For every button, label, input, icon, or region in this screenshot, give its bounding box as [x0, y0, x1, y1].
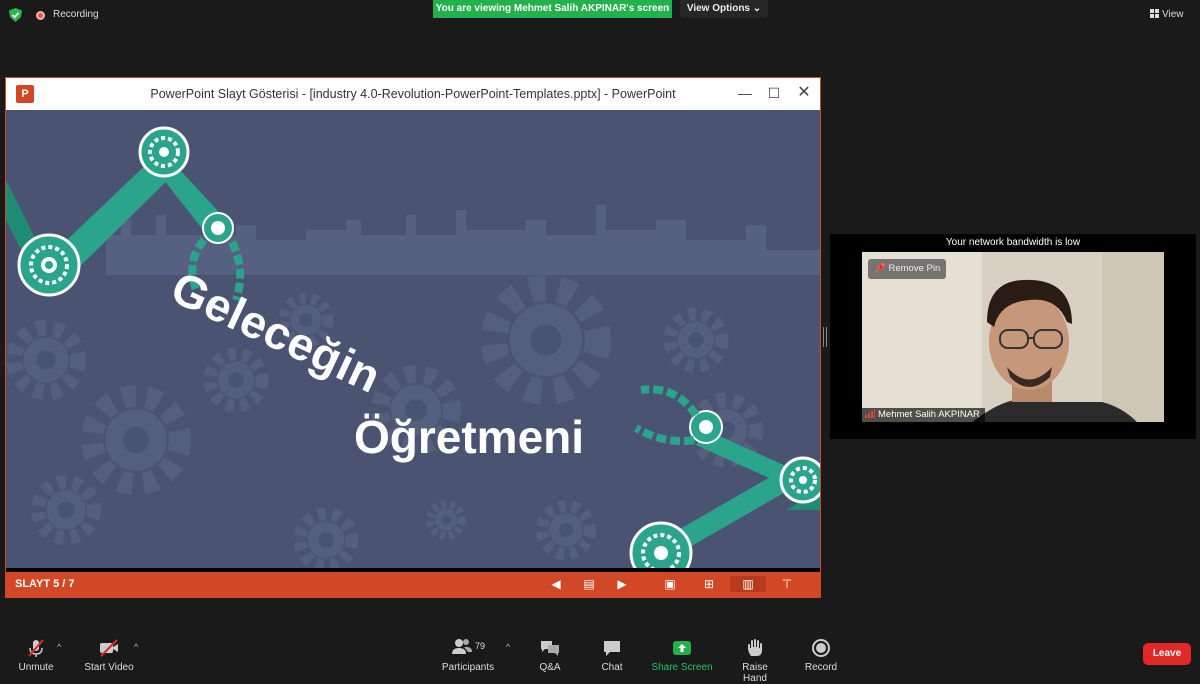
participants-count: 79 — [474, 641, 485, 651]
participants-label: Participants — [441, 662, 495, 673]
raise-hand-icon — [748, 639, 762, 656]
viewing-screen-banner: You are viewing Mehmet Salih AKPINAR's s… — [433, 0, 672, 18]
audio-options-caret-icon[interactable]: ^ — [57, 642, 61, 652]
slide-list-icon[interactable]: ▤ — [581, 576, 597, 592]
video-panel: Your network bandwidth is low 📌 Remove P… — [830, 234, 1196, 439]
slideshow-status-bar: SLAYT 5 / 7 ◀ ▤ ▶ ▣ ⊞ ▥ ⊤ — [6, 572, 820, 597]
normal-view-icon[interactable]: ▣ — [662, 576, 678, 592]
grid-icon — [1150, 9, 1159, 18]
zoom-top-bar: Recording You are viewing Mehmet Salih A… — [0, 0, 1200, 30]
minimize-button[interactable]: — — [735, 83, 755, 103]
chat-label: Chat — [601, 662, 623, 673]
slide-title-line2: Öğretmeni — [354, 411, 585, 463]
video-camera-off-icon — [100, 639, 118, 657]
qa-icon — [541, 641, 559, 656]
remove-pin-label: Remove Pin — [888, 263, 941, 274]
remove-pin-button[interactable]: 📌 Remove Pin — [868, 259, 946, 279]
record-label: Record — [804, 662, 838, 673]
share-screen-button[interactable]: Share Screen — [651, 638, 713, 673]
start-video-label: Start Video — [84, 662, 134, 673]
maximize-button[interactable]: ☐ — [764, 83, 784, 103]
slide-artwork — [6, 126, 820, 572]
leave-button[interactable]: Leave — [1143, 643, 1191, 665]
unmute-label: Unmute — [18, 662, 54, 673]
share-screen-icon — [673, 641, 691, 655]
view-label: View — [1162, 9, 1184, 20]
close-button[interactable]: ✕ — [794, 83, 814, 103]
previous-slide-icon[interactable]: ◀ — [548, 576, 564, 592]
qa-label: Q&A — [539, 662, 561, 673]
pin-icon: 📌 — [874, 263, 886, 274]
signal-strength-icon — [865, 409, 875, 418]
view-button[interactable]: View — [1150, 6, 1194, 24]
chevron-down-icon: ⌄ — [752, 3, 762, 14]
unmute-button[interactable]: Unmute — [15, 638, 57, 673]
participant-name: Mehmet Salih AKPINAR — [878, 409, 980, 420]
slide-counter: SLAYT 5 / 7 — [15, 578, 75, 590]
chat-button[interactable]: Chat — [597, 638, 627, 673]
slide-sorter-icon[interactable]: ⊞ — [701, 576, 717, 592]
view-options-button[interactable]: View Options ⌄ — [680, 0, 768, 18]
reading-view-icon[interactable]: ▥ — [730, 576, 766, 592]
participants-options-caret-icon[interactable]: ^ — [506, 642, 510, 652]
video-options-caret-icon[interactable]: ^ — [134, 642, 138, 652]
raise-hand-label: Raise Hand — [742, 662, 768, 684]
record-button[interactable]: Record — [803, 638, 839, 673]
slideshow-icon[interactable]: ⊤ — [779, 576, 795, 592]
powerpoint-title-bar: P PowerPoint Slayt Gösterisi - [industry… — [6, 78, 820, 110]
view-options-label: View Options — [686, 3, 750, 14]
panel-splitter-handle[interactable] — [823, 327, 827, 347]
raise-hand-button[interactable]: Raise Hand — [729, 638, 781, 684]
slide-content: Geleceğin Öğretmeni — [6, 110, 820, 572]
next-slide-icon[interactable]: ▶ — [614, 576, 630, 592]
qa-button[interactable]: Q&A — [534, 638, 566, 673]
recording-dot-icon — [36, 11, 45, 20]
participant-name-tag: Mehmet Salih AKPINAR — [862, 408, 985, 422]
participant-video-tile[interactable]: 📌 Remove Pin Mehmet Salih AKPINAR — [862, 252, 1164, 422]
recording-label: Recording — [53, 9, 99, 20]
meeting-toolbar: Unmute ^ Start Video ^ 79 Participants ^… — [0, 634, 1200, 684]
microphone-muted-icon — [28, 639, 44, 657]
share-screen-label: Share Screen — [651, 662, 713, 673]
powerpoint-window: P PowerPoint Slayt Gösterisi - [industry… — [5, 77, 821, 598]
start-video-button[interactable]: Start Video — [82, 638, 136, 673]
bandwidth-notice: Your network bandwidth is low — [945, 237, 1081, 248]
participants-icon — [451, 639, 472, 654]
chat-icon — [604, 641, 620, 656]
participants-button[interactable]: 79 Participants — [440, 638, 496, 673]
record-icon — [812, 639, 830, 657]
shield-icon[interactable] — [9, 8, 22, 22]
window-title: PowerPoint Slayt Gösterisi - [industry 4… — [150, 87, 676, 101]
